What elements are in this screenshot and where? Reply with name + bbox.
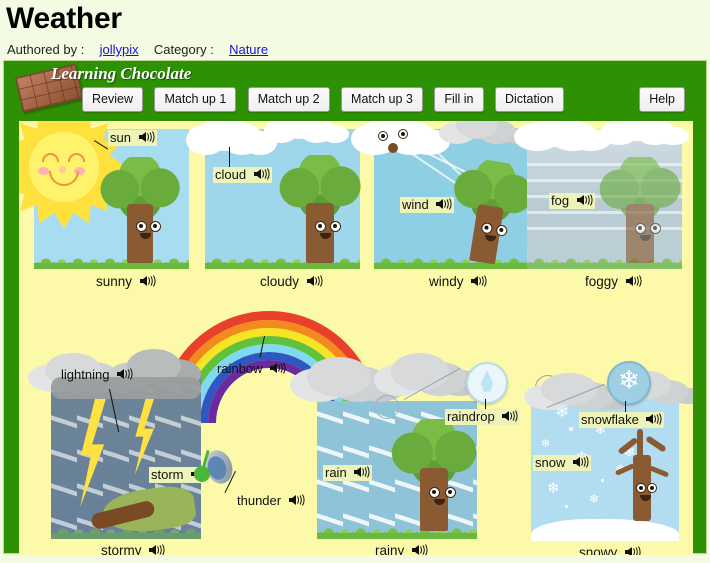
speaker-icon xyxy=(354,466,370,478)
speaker-icon xyxy=(412,544,428,555)
speaker-icon xyxy=(288,494,305,506)
speaker-icon xyxy=(436,198,452,210)
raindrop-magnifier xyxy=(466,362,508,404)
label-rainbow[interactable]: rainbow xyxy=(215,361,288,377)
speaker-icon xyxy=(646,413,663,425)
wind-eye xyxy=(378,131,388,141)
label-fog[interactable]: fog xyxy=(549,193,595,209)
snowflake-magnifier: ❄ xyxy=(607,361,651,405)
card-sunny[interactable]: sun sunny xyxy=(19,121,189,289)
speaker-icon xyxy=(576,194,593,206)
speaker-icon xyxy=(572,456,589,468)
label-snowflake[interactable]: snowflake xyxy=(579,412,665,428)
raindrop-zoom-ring xyxy=(375,395,399,419)
rain-cloud-icon xyxy=(307,357,371,397)
speaker-icon xyxy=(253,168,270,180)
label-raindrop[interactable]: raindrop xyxy=(445,409,521,425)
label-wind[interactable]: wind xyxy=(400,197,455,213)
tab-match-up-2[interactable]: Match up 2 xyxy=(247,87,330,112)
speaker-icon xyxy=(306,275,323,287)
thunder-loudspeaker-icon xyxy=(192,446,237,488)
tree-icon xyxy=(389,419,479,531)
toolbar: Review Match up 1 Match up 2 Match up 3 … xyxy=(82,87,571,113)
label-rain[interactable]: rain xyxy=(323,465,373,481)
label-sun[interactable]: sun xyxy=(108,130,157,146)
tree-icon xyxy=(441,155,540,269)
category-link[interactable]: Nature xyxy=(229,42,268,57)
speaker-icon xyxy=(139,275,156,287)
caption-windy[interactable]: windy xyxy=(429,274,487,289)
brand-logo-text: Learning Chocolate xyxy=(51,64,192,83)
speaker-icon xyxy=(149,544,165,555)
page-title: Weather xyxy=(6,2,122,35)
card-foggy[interactable]: fog foggy xyxy=(527,121,683,289)
tab-fill-in[interactable]: Fill in xyxy=(434,87,484,112)
caption-cloudy[interactable]: cloudy xyxy=(260,274,323,289)
speaker-icon xyxy=(138,131,155,143)
wind-eye xyxy=(398,129,408,139)
tab-review[interactable]: Review xyxy=(82,87,143,112)
page-root: Weather Authored by : jollypix Category … xyxy=(0,0,710,563)
help-button[interactable]: Help xyxy=(639,87,685,112)
tree-icon xyxy=(597,157,683,263)
tree-icon xyxy=(277,155,363,263)
label-lightning[interactable]: lightning xyxy=(59,367,135,383)
speaker-icon xyxy=(625,546,641,555)
leader-line xyxy=(229,147,230,167)
byline: Authored by : jollypix Category : Nature xyxy=(7,42,268,57)
tab-dictation[interactable]: Dictation xyxy=(494,87,564,112)
speaker-icon xyxy=(270,362,286,374)
rain-cloud-icon xyxy=(391,353,449,391)
caption-stormy[interactable]: stormy xyxy=(101,543,165,555)
author-link[interactable]: jollypix xyxy=(100,42,139,57)
label-cloud[interactable]: cloud xyxy=(213,167,272,183)
speaker-icon xyxy=(502,410,518,422)
card-stormy[interactable]: lightning storm stormy xyxy=(45,349,210,555)
card-windy[interactable]: wind windy xyxy=(366,121,540,289)
speaker-icon xyxy=(625,275,642,287)
label-snow[interactable]: snow xyxy=(533,455,591,471)
caption-snowy[interactable]: snowy xyxy=(579,545,641,555)
card-cloudy[interactable]: cloud cloudy xyxy=(201,121,363,289)
category-label: Category : xyxy=(153,42,214,57)
caption-foggy[interactable]: foggy xyxy=(585,274,642,289)
authored-by-label: Authored by : xyxy=(7,42,85,57)
wind-mouth xyxy=(388,143,398,153)
bare-tree-icon xyxy=(613,425,671,521)
speaker-icon xyxy=(471,275,487,287)
app-frame: Learning Chocolate Review Match up 1 Mat… xyxy=(3,60,707,555)
lesson-panel: sun sunny cloud cloudy wind windy fog fo… xyxy=(19,121,693,555)
caption-sunny[interactable]: sunny xyxy=(96,274,156,289)
tab-match-up-3[interactable]: Match up 3 xyxy=(341,87,423,112)
speaker-icon xyxy=(117,368,133,380)
tab-match-up-1[interactable]: Match up 1 xyxy=(154,87,237,112)
label-thunder[interactable]: thunder xyxy=(235,493,307,509)
caption-rainy[interactable]: rainy xyxy=(375,543,428,555)
tree-icon xyxy=(98,157,182,263)
